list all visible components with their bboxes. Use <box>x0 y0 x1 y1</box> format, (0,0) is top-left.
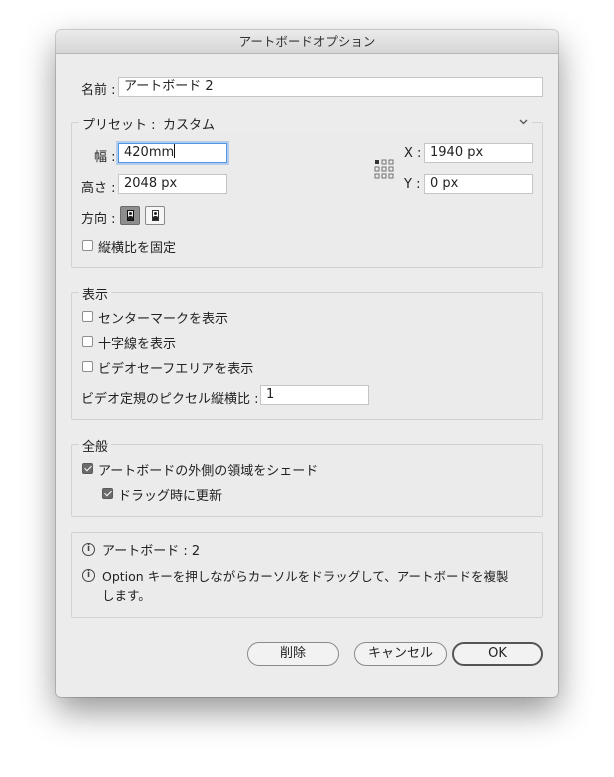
display-legend: 表示 <box>79 284 112 303</box>
y-field[interactable]: 0 px <box>424 174 533 194</box>
pixel-ratio-field[interactable]: 1 <box>260 385 369 405</box>
name-field[interactable]: アートボード 2 <box>118 77 543 97</box>
lock-ratio-label: 縦横比を固定 <box>98 241 177 256</box>
center-mark-label: センターマークを表示 <box>98 312 229 327</box>
width-field[interactable]: 420mm <box>118 143 227 163</box>
video-safe-label: ビデオセーフエリアを表示 <box>98 362 254 377</box>
info-icon: i <box>82 569 95 582</box>
portrait-orientation-button[interactable] <box>120 206 140 225</box>
y-label: Y : <box>404 177 421 192</box>
portrait-orientation-icon <box>127 210 134 221</box>
orientation-label: 方向 : <box>81 212 116 227</box>
video-safe-checkbox[interactable] <box>82 361 93 372</box>
pixel-ratio-label: ビデオ定規のピクセル縦横比 : <box>81 392 259 407</box>
artboard-options-dialog: アートボードオプション 名前 : アートボード 2 プリセット : カスタム 幅… <box>56 30 558 697</box>
hint-line-2: します。 <box>102 588 151 603</box>
global-legend: 全般 <box>79 436 112 455</box>
cancel-button[interactable]: キャンセル <box>354 642 447 666</box>
info-icon: i <box>82 543 95 556</box>
landscape-orientation-button[interactable] <box>145 206 165 225</box>
text-caret <box>174 144 176 158</box>
preset-label: プリセット : <box>79 114 159 133</box>
center-mark-checkbox[interactable] <box>82 311 93 322</box>
dialog-title: アートボードオプション <box>56 30 558 54</box>
lock-ratio-checkbox[interactable] <box>82 240 93 251</box>
preset-select[interactable]: カスタム <box>160 112 532 133</box>
cross-hairs-checkbox[interactable] <box>82 336 93 347</box>
x-field[interactable]: 1940 px <box>424 143 533 163</box>
ok-button[interactable]: OK <box>452 642 543 666</box>
height-label: 高さ : <box>81 181 116 196</box>
width-value: 420mm <box>124 145 175 160</box>
landscape-orientation-icon <box>152 210 159 221</box>
preset-value: カスタム <box>163 118 216 133</box>
fade-outside-label: アートボードの外側の領域をシェード <box>98 464 319 479</box>
hint-line-1: Option キーを押しながらカーソルをドラッグして、アートボードを複製 <box>102 569 509 584</box>
width-label: 幅 : <box>94 150 116 165</box>
height-field[interactable]: 2048 px <box>118 174 227 194</box>
fade-outside-checkbox[interactable] <box>82 463 93 474</box>
cross-hairs-label: 十字線を表示 <box>98 337 177 352</box>
chevron-down-icon <box>519 119 528 125</box>
x-label: X : <box>404 146 422 161</box>
global-group <box>71 444 543 517</box>
update-while-dragging-label: ドラッグ時に更新 <box>118 489 223 504</box>
delete-button[interactable]: 削除 <box>247 642 339 666</box>
reference-point-icon[interactable] <box>374 159 394 179</box>
update-while-dragging-checkbox[interactable] <box>102 488 113 499</box>
name-label: 名前 : <box>81 83 116 98</box>
artboard-count-text: アートボード : 2 <box>102 544 201 559</box>
